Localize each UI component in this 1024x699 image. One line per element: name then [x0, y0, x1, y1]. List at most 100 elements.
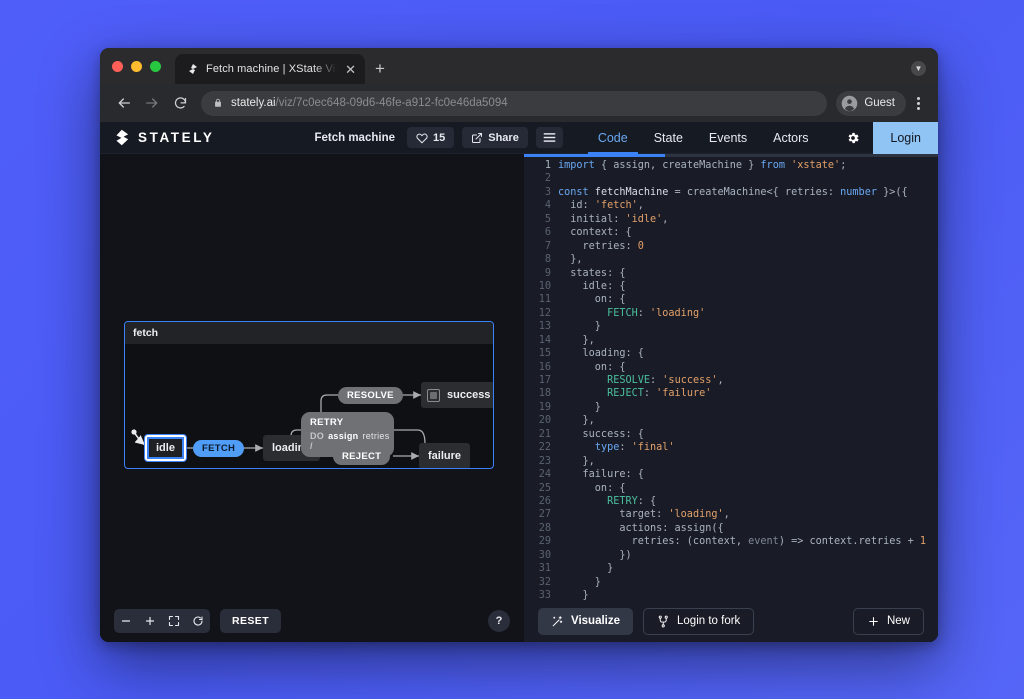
arrow-forward-icon[interactable]	[139, 90, 165, 116]
magic-wand-icon	[551, 615, 564, 628]
code-line-text: success: {	[558, 428, 644, 441]
stately-logo-icon	[114, 129, 131, 146]
like-count: 15	[433, 132, 445, 144]
address-bar[interactable]: stately.ai/viz/7c0ec648-09d6-46fe-a912-f…	[201, 91, 827, 116]
like-button[interactable]: 15	[407, 127, 454, 148]
code-token: { assign, createMachine }	[595, 160, 761, 171]
login-label: Login	[890, 131, 921, 145]
code-line-text: failure: {	[558, 468, 644, 481]
reset-rotate-icon[interactable]	[186, 609, 210, 633]
zoom-out-minus-icon[interactable]	[114, 609, 138, 633]
editor-toolbar: Visualize Login to fork New	[524, 600, 938, 642]
code-line-text: on: {	[558, 361, 625, 374]
code-line-text: import { assign, createMachine } from 'x…	[558, 159, 846, 172]
code-token: on: {	[558, 294, 625, 305]
maximize-window-button[interactable]	[150, 61, 161, 72]
state-machine-canvas[interactable]: fetch	[100, 154, 524, 600]
code-scroll-area[interactable]: 1 import { assign, createMachine } from '…	[524, 157, 938, 600]
fit-to-screen-icon[interactable]	[162, 609, 186, 633]
transition-event-fetch-label: FETCH	[202, 443, 235, 454]
address-bar-host: stately.ai	[231, 97, 276, 109]
code-token: ,	[638, 200, 644, 211]
code-token: 'success'	[662, 375, 717, 386]
profile-label: Guest	[864, 97, 895, 109]
transition-event-resolve-label: RESOLVE	[347, 390, 394, 401]
tab-actors-label: Actors	[773, 131, 808, 145]
code-line-number: 22	[524, 441, 558, 454]
zoom-in-plus-icon[interactable]	[138, 609, 162, 633]
new-button[interactable]: New	[853, 608, 924, 635]
transition-action-arg-label: retries	[362, 431, 389, 441]
code-line-number: 28	[524, 522, 558, 535]
code-token: RESOLVE	[558, 375, 650, 386]
machine-container: fetch	[124, 321, 494, 469]
code-line-text: context: {	[558, 226, 632, 239]
code-line-number: 3	[524, 186, 558, 199]
code-line-text: },	[558, 414, 595, 427]
tab-actors[interactable]: Actors	[760, 122, 821, 154]
code-line: 5 initial: 'idle',	[524, 213, 938, 226]
code-token: retries: (context,	[558, 536, 748, 547]
login-to-fork-button[interactable]: Login to fork	[643, 608, 754, 635]
code-line-number: 15	[524, 347, 558, 360]
code-line: 3const fetchMachine = createMachine<{ re…	[524, 186, 938, 199]
code-line: 22 type: 'final'	[524, 441, 938, 454]
minimize-window-button[interactable]	[131, 61, 142, 72]
login-button[interactable]: Login	[873, 122, 938, 154]
code-line-number: 17	[524, 374, 558, 387]
code-line-number: 25	[524, 482, 558, 495]
code-token: 1	[920, 536, 926, 547]
code-line-text: const fetchMachine = createMachine<{ ret…	[558, 186, 908, 199]
code-line: 32 }	[524, 576, 938, 589]
tab-state[interactable]: State	[641, 122, 696, 154]
code-line: 29 retries: (context, event) => context.…	[524, 535, 938, 548]
code-line-text: },	[558, 334, 595, 347]
close-icon[interactable]: ✕	[344, 61, 357, 78]
code-token: 'fetch'	[595, 200, 638, 211]
code-line-text: }	[558, 401, 601, 414]
chevron-down-icon[interactable]: ▼	[911, 61, 926, 76]
address-bar-path: /viz/7c0ec648-09d6-46fe-a912-fc0e46da509…	[276, 97, 508, 109]
code-token: })	[558, 550, 632, 561]
state-node-failure[interactable]: failure	[419, 443, 470, 469]
app-header-right: Login	[833, 122, 938, 154]
close-window-button[interactable]	[112, 61, 123, 72]
code-token: idle: {	[558, 281, 625, 292]
tab-events[interactable]: Events	[696, 122, 760, 154]
code-line: 18 REJECT: 'failure'	[524, 387, 938, 400]
visualize-button[interactable]: Visualize	[538, 608, 633, 635]
reset-button[interactable]: RESET	[220, 609, 281, 633]
arrow-back-icon[interactable]	[111, 90, 137, 116]
help-button[interactable]: ?	[488, 610, 510, 632]
state-node-idle[interactable]: idle	[145, 435, 186, 461]
code-token: }	[558, 402, 601, 413]
app-logo[interactable]: STATELY	[114, 129, 214, 146]
code-token: event	[748, 536, 779, 547]
hamburger-menu-button[interactable]	[536, 127, 563, 148]
code-line: 17 RESOLVE: 'success',	[524, 374, 938, 387]
code-token: },	[558, 335, 595, 346]
transition-event-reject[interactable]: REJECT	[333, 448, 390, 465]
transition-event-resolve[interactable]: RESOLVE	[338, 387, 403, 404]
code-line: 1import { assign, createMachine } from '…	[524, 159, 938, 172]
code-token: :	[650, 375, 662, 386]
browser-tab[interactable]: Fetch machine | XState Visualizer ✕	[175, 54, 365, 84]
document-title: Fetch machine	[314, 132, 395, 144]
code-token: FETCH	[558, 308, 638, 319]
kebab-menu-icon[interactable]	[908, 97, 927, 110]
code-token: 'idle'	[625, 214, 662, 225]
transition-event-fetch[interactable]: FETCH	[193, 440, 244, 457]
tab-code[interactable]: Code	[585, 122, 641, 154]
browser-window: Fetch machine | XState Visualizer ✕ + ▼ …	[100, 48, 938, 642]
code-line: 23 },	[524, 455, 938, 468]
reload-icon[interactable]	[167, 90, 193, 116]
new-tab-button[interactable]: +	[375, 60, 385, 77]
code-content[interactable]: 1 import { assign, createMachine } from '…	[524, 157, 938, 600]
code-line: 10 idle: {	[524, 280, 938, 293]
hamburger-menu-icon	[543, 132, 556, 143]
state-node-success[interactable]: success	[421, 382, 494, 408]
settings-button[interactable]	[833, 122, 873, 154]
share-button[interactable]: Share	[462, 127, 528, 148]
tab-state-label: State	[654, 131, 683, 145]
profile-button[interactable]: Guest	[836, 91, 906, 116]
